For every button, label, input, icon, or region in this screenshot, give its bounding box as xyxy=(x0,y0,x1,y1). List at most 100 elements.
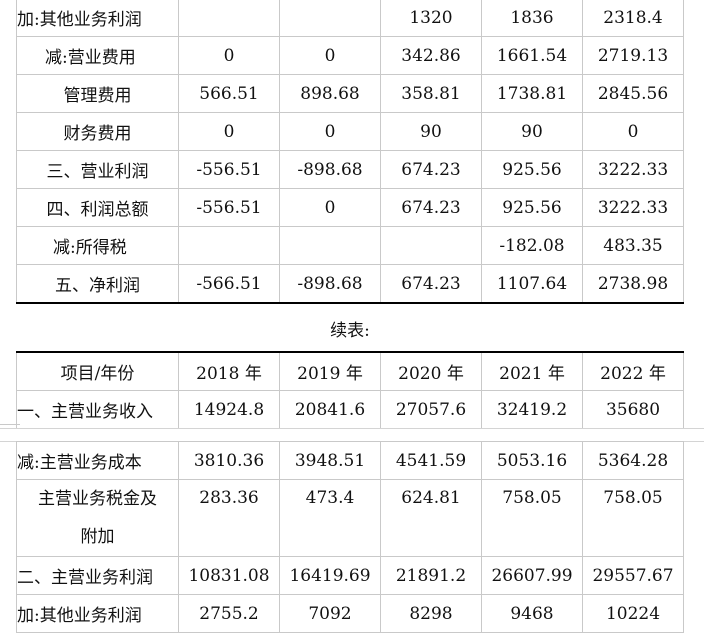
cell: 2755.2 xyxy=(178,594,280,633)
cell: 2318.4 xyxy=(582,0,684,37)
cell: 5053.16 xyxy=(481,441,583,480)
cell: 8298 xyxy=(380,594,482,633)
cell: 0 xyxy=(279,36,381,75)
cell: 0 xyxy=(279,112,381,151)
cell: 1661.54 xyxy=(481,36,583,75)
cell: 14924.8 xyxy=(178,390,280,429)
cell: -556.51 xyxy=(178,188,280,227)
cell: 9468 xyxy=(481,594,583,633)
cell xyxy=(380,226,482,265)
row-label: 减:主营业务成本 xyxy=(16,441,179,480)
cell: 358.81 xyxy=(380,74,482,113)
table-row: 四、利润总额 -556.51 0 674.23 925.56 3222.33 xyxy=(16,188,684,227)
year-header: 2021 年 xyxy=(481,351,583,391)
cell xyxy=(178,0,280,37)
cell: 1107.64 xyxy=(481,264,583,304)
cell: 674.23 xyxy=(380,264,482,304)
income-statement-table-bottom: 减:主营业务成本 3810.36 3948.51 4541.59 5053.16… xyxy=(16,441,684,633)
cell: 0 xyxy=(178,36,280,75)
table-row: 主营业务税金及附加 283.36 473.4 624.81 758.05 758… xyxy=(16,479,684,557)
row-label: 减:所得税 xyxy=(16,226,179,265)
row-label: 加:其他业务利润 xyxy=(16,594,179,633)
year-header: 2018 年 xyxy=(178,351,280,391)
row-label: 主营业务税金及附加 xyxy=(16,479,179,557)
table-row: 三、营业利润 -556.51 -898.68 674.23 925.56 322… xyxy=(16,150,684,189)
cell: 2719.13 xyxy=(582,36,684,75)
header-row: 项目/年份 2018 年 2019 年 2020 年 2021 年 2022 年 xyxy=(16,351,684,391)
table-row: 减:主营业务成本 3810.36 3948.51 4541.59 5053.16… xyxy=(16,441,684,480)
table-row: 减:营业费用 0 0 342.86 1661.54 2719.13 xyxy=(16,36,684,75)
cell: 624.81 xyxy=(380,479,482,557)
cell xyxy=(178,226,280,265)
cell: -898.68 xyxy=(279,264,381,304)
cell: 29557.67 xyxy=(582,556,684,595)
cell: 0 xyxy=(178,112,280,151)
cell: 2738.98 xyxy=(582,264,684,304)
cell: 3222.33 xyxy=(582,188,684,227)
header-label: 项目/年份 xyxy=(16,351,179,391)
table-row: 二、主营业务利润 10831.08 16419.69 21891.2 26607… xyxy=(16,556,684,595)
cell: 473.4 xyxy=(279,479,381,557)
cell: 20841.6 xyxy=(279,390,381,429)
cell: 925.56 xyxy=(481,150,583,189)
cell: 2845.56 xyxy=(582,74,684,113)
cell xyxy=(279,0,381,37)
table-row: 五、净利润 -566.51 -898.68 674.23 1107.64 273… xyxy=(16,264,684,304)
cell: 0 xyxy=(582,112,684,151)
cell: -898.68 xyxy=(279,150,381,189)
cell: 483.35 xyxy=(582,226,684,265)
table-row: 管理费用 566.51 898.68 358.81 1738.81 2845.5… xyxy=(16,74,684,113)
cell: 898.68 xyxy=(279,74,381,113)
table-row: 减:所得税 -182.08 483.35 xyxy=(16,226,684,265)
cell: 32419.2 xyxy=(481,390,583,429)
table-row: 加:其他业务利润 1320 1836 2318.4 xyxy=(16,0,684,37)
cell: 27057.6 xyxy=(380,390,482,429)
cell: 674.23 xyxy=(380,188,482,227)
income-statement-table-top: 加:其他业务利润 1320 1836 2318.4 减:营业费用 0 0 342… xyxy=(16,0,684,304)
cell: 1738.81 xyxy=(481,74,583,113)
year-header: 2019 年 xyxy=(279,351,381,391)
cell: 342.86 xyxy=(380,36,482,75)
cell: 90 xyxy=(380,112,482,151)
cell: 283.36 xyxy=(178,479,280,557)
cell: -566.51 xyxy=(178,264,280,304)
cell: 16419.69 xyxy=(279,556,381,595)
cell: 3948.51 xyxy=(279,441,381,480)
cell: 758.05 xyxy=(582,479,684,557)
cell: 5364.28 xyxy=(582,441,684,480)
cell: 1320 xyxy=(380,0,482,37)
cell xyxy=(279,226,381,265)
year-header: 2022 年 xyxy=(582,351,684,391)
cell: -556.51 xyxy=(178,150,280,189)
row-label: 四、利润总额 xyxy=(16,188,179,227)
cell: 35680 xyxy=(582,390,684,429)
row-label: 减:营业费用 xyxy=(16,36,179,75)
row-label: 一、主营业务收入 xyxy=(16,390,179,429)
page-break xyxy=(0,428,704,442)
table-row: 加:其他业务利润 2755.2 7092 8298 9468 10224 xyxy=(16,594,684,633)
continued-caption: 续表: xyxy=(330,321,370,341)
cell: 26607.99 xyxy=(481,556,583,595)
cell: 3810.36 xyxy=(178,441,280,480)
cell: 1836 xyxy=(481,0,583,37)
year-header: 2020 年 xyxy=(380,351,482,391)
cell: 758.05 xyxy=(481,479,583,557)
cell: 7092 xyxy=(279,594,381,633)
row-label: 加:其他业务利润 xyxy=(16,0,179,37)
cell: 21891.2 xyxy=(380,556,482,595)
cell: 10224 xyxy=(582,594,684,633)
row-label: 管理费用 xyxy=(16,74,179,113)
income-statement-table-header: 项目/年份 2018 年 2019 年 2020 年 2021 年 2022 年… xyxy=(16,351,684,429)
row-label: 五、净利润 xyxy=(16,264,179,304)
cell: 566.51 xyxy=(178,74,280,113)
cell: 925.56 xyxy=(481,188,583,227)
cell: 10831.08 xyxy=(178,556,280,595)
row-label: 二、主营业务利润 xyxy=(16,556,179,595)
row-label: 财务费用 xyxy=(16,112,179,151)
table-row: 一、主营业务收入 14924.8 20841.6 27057.6 32419.2… xyxy=(16,390,684,429)
cell: 3222.33 xyxy=(582,150,684,189)
cell: 0 xyxy=(279,188,381,227)
row-label: 三、营业利润 xyxy=(16,150,179,189)
cell: 674.23 xyxy=(380,150,482,189)
cell: 4541.59 xyxy=(380,441,482,480)
